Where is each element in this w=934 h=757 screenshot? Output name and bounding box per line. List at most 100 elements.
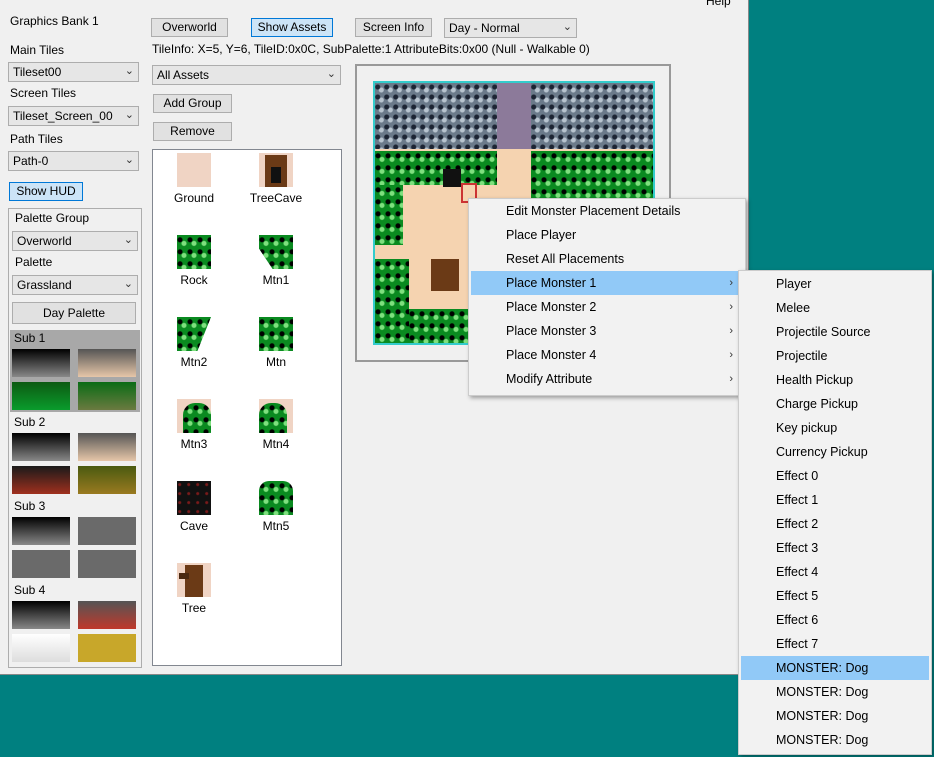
asset-label: Cave — [179, 519, 208, 533]
submenu-item-highlighted[interactable]: MONSTER: Dog — [741, 656, 929, 680]
submenu-item[interactable]: Player — [741, 272, 929, 296]
add-group-button[interactable]: Add Group — [153, 94, 232, 113]
main-tiles-select[interactable]: Tileset00 ⌄ — [8, 62, 139, 82]
palette-swatch[interactable] — [78, 550, 136, 578]
palette-swatch[interactable] — [12, 550, 70, 578]
menu-item-label: Place Monster 1 — [506, 276, 597, 290]
menu-item-place-monster-3[interactable]: Place Monster 3 › — [471, 319, 743, 343]
path-tiles-select[interactable]: Path-0 ⌄ — [8, 151, 139, 171]
asset-mtn1[interactable]: Mtn1 — [236, 235, 316, 287]
mtn-tile-icon — [259, 317, 293, 351]
palette-group-label: Palette Group — [15, 211, 90, 225]
palette-group-value: Overworld — [17, 234, 72, 248]
treecave-tile-icon — [259, 153, 293, 187]
submenu-item[interactable]: MONSTER: Dog — [741, 728, 929, 752]
submenu-item-label: Effect 1 — [776, 493, 819, 507]
asset-mtn4[interactable]: Mtn4 — [236, 399, 316, 451]
menu-item-label: Place Monster 4 — [506, 348, 597, 362]
asset-label: TreeCave — [249, 191, 303, 205]
asset-filter-select[interactable]: All Assets ⌄ — [152, 65, 341, 85]
mtn1-tile-icon — [259, 235, 293, 269]
asset-mtn3[interactable]: Mtn3 — [154, 399, 234, 451]
asset-list[interactable]: Ground TreeCave Rock Mtn1 Mtn2 Mtn Mtn3 … — [152, 149, 342, 666]
palette-swatch[interactable] — [78, 517, 136, 545]
submenu-item[interactable]: MONSTER: Dog — [741, 680, 929, 704]
menu-item-edit-monster-placement[interactable]: Edit Monster Placement Details — [471, 199, 743, 223]
asset-label: Mtn2 — [180, 355, 208, 369]
submenu-item[interactable]: Projectile Source — [741, 320, 929, 344]
main-tiles-value: Tileset00 — [13, 65, 62, 79]
submenu-item[interactable]: Effect 4 — [741, 560, 929, 584]
palette-group-select[interactable]: Overworld ⌄ — [12, 231, 138, 251]
palette-swatch[interactable] — [78, 634, 136, 662]
submenu-item[interactable]: Key pickup — [741, 416, 929, 440]
submenu-item[interactable]: Effect 7 — [741, 632, 929, 656]
submenu-item-label: Effect 5 — [776, 589, 819, 603]
submenu-item-label: Effect 4 — [776, 565, 819, 579]
palette-swatch[interactable] — [78, 349, 136, 377]
submenu-item[interactable]: Effect 3 — [741, 536, 929, 560]
palette-swatch[interactable] — [12, 517, 70, 545]
menu-item-label: Place Player — [506, 228, 577, 242]
chevron-down-icon: ⌄ — [124, 154, 134, 166]
submenu-item-label: Melee — [776, 301, 811, 315]
asset-tree[interactable]: Tree — [154, 563, 234, 615]
chevron-down-icon: ⌄ — [123, 234, 133, 246]
day-palette-button[interactable]: Day Palette — [12, 302, 136, 324]
time-of-day-select[interactable]: Day - Normal ⌄ — [444, 18, 577, 38]
menu-item-place-monster-2[interactable]: Place Monster 2 › — [471, 295, 743, 319]
ground-tile-icon — [177, 153, 211, 187]
palette-swatch[interactable] — [78, 601, 136, 629]
asset-mtn2[interactable]: Mtn2 — [154, 317, 234, 369]
chevron-down-icon: ⌄ — [562, 21, 572, 33]
palette-swatch[interactable] — [78, 466, 136, 494]
palette-swatch[interactable] — [12, 466, 70, 494]
submenu-item[interactable]: Effect 1 — [741, 488, 929, 512]
palette-swatch[interactable] — [78, 433, 136, 461]
submenu-item[interactable]: Effect 0 — [741, 464, 929, 488]
asset-ground[interactable]: Ground — [154, 153, 234, 205]
tile-info-text: TileInfo: X=5, Y=6, TileID:0x0C, SubPale… — [152, 42, 590, 56]
menu-item-place-monster-1[interactable]: Place Monster 1 › — [471, 271, 743, 295]
menu-item-label: Edit Monster Placement Details — [506, 204, 681, 218]
submenu-item[interactable]: Effect 2 — [741, 512, 929, 536]
menu-help[interactable]: Help — [706, 0, 731, 8]
menu-item-reset-placements[interactable]: Reset All Placements — [471, 247, 743, 271]
submenu-item[interactable]: Currency Pickup — [741, 440, 929, 464]
asset-mtn[interactable]: Mtn — [236, 317, 316, 369]
asset-cave[interactable]: Cave — [154, 481, 234, 533]
asset-mtn5[interactable]: Mtn5 — [236, 481, 316, 533]
overworld-button[interactable]: Overworld — [151, 18, 228, 37]
palette-swatch[interactable] — [78, 382, 136, 410]
asset-label: Mtn1 — [262, 273, 290, 287]
asset-treecave[interactable]: TreeCave — [236, 153, 316, 205]
menu-item-place-monster-4[interactable]: Place Monster 4 › — [471, 343, 743, 367]
palette-swatch[interactable] — [12, 433, 70, 461]
chevron-right-icon: › — [729, 325, 733, 337]
submenu-item-label: Effect 0 — [776, 469, 819, 483]
graphics-bank-label: Graphics Bank 1 — [10, 14, 99, 28]
show-hud-button[interactable]: Show HUD — [9, 182, 83, 201]
time-of-day-value: Day - Normal — [449, 21, 520, 35]
show-assets-button[interactable]: Show Assets — [251, 18, 333, 37]
submenu-item[interactable]: Effect 6 — [741, 608, 929, 632]
remove-button[interactable]: Remove — [153, 122, 232, 141]
palette-swatch[interactable] — [12, 601, 70, 629]
palette-swatch[interactable] — [12, 349, 70, 377]
submenu-item[interactable]: Effect 5 — [741, 584, 929, 608]
submenu-item[interactable]: Charge Pickup — [741, 392, 929, 416]
menu-item-place-player[interactable]: Place Player — [471, 223, 743, 247]
palette-swatch[interactable] — [12, 634, 70, 662]
palette-swatch[interactable] — [12, 382, 70, 410]
path-tiles-value: Path-0 — [13, 154, 49, 168]
palette-select[interactable]: Grassland ⌄ — [12, 275, 138, 295]
submenu-item[interactable]: MONSTER: Dog — [741, 704, 929, 728]
submenu-item[interactable]: Melee — [741, 296, 929, 320]
screen-tiles-select[interactable]: Tileset_Screen_00 ⌄ — [8, 106, 139, 126]
menu-item-modify-attribute[interactable]: Modify Attribute › — [471, 367, 743, 391]
screen-info-button[interactable]: Screen Info — [355, 18, 432, 37]
submenu-item[interactable]: Health Pickup — [741, 368, 929, 392]
chevron-down-icon: ⌄ — [326, 68, 336, 80]
submenu-item[interactable]: Projectile — [741, 344, 929, 368]
asset-rock[interactable]: Rock — [154, 235, 234, 287]
